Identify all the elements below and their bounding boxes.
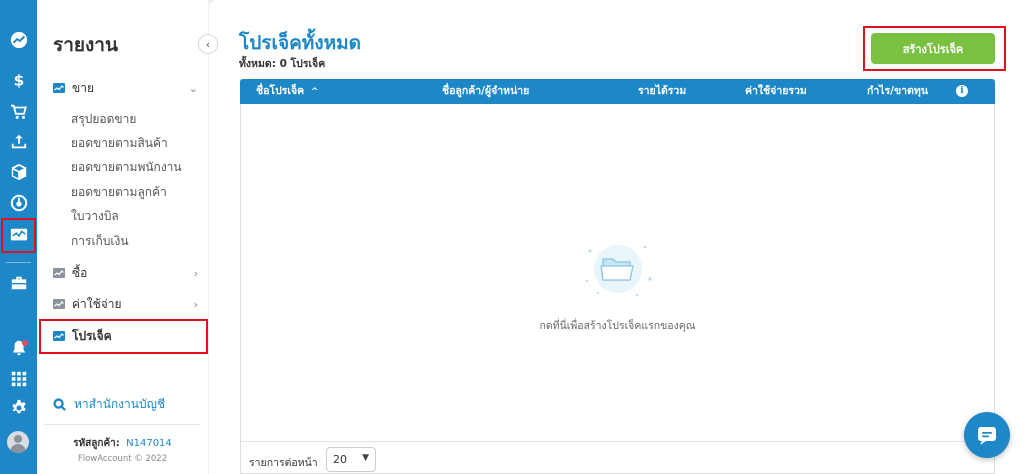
per-page-select[interactable]: 20 ▼ xyxy=(326,447,376,472)
search-accountant-link[interactable]: หาสำนักงานบัญชี xyxy=(53,395,165,414)
customer-id-label: รหัสลูกค้า: xyxy=(73,438,120,449)
report-sidebar: รายงาน ขาย ⌄ สรุปยอดขาย ยอดขายตามสินค้า … xyxy=(37,0,208,474)
active-rail-highlight xyxy=(1,218,36,253)
upload-tray-icon[interactable] xyxy=(0,127,37,157)
per-page-label: รายการต่อหน้า xyxy=(249,457,318,469)
table-header: ชื่อโปรเจ็ค ^ ชื่อลูกค้า/ผู้จำหน่าย รายไ… xyxy=(240,79,995,104)
bell-icon[interactable] xyxy=(0,333,37,363)
sidebar-section-label: ค่าใช้จ่าย xyxy=(72,296,122,311)
sidebar-section-sales[interactable]: ขาย ⌄ xyxy=(53,78,198,98)
chat-icon xyxy=(978,427,996,445)
customer-id: รหัสลูกค้า: N147014 xyxy=(37,436,208,451)
project-table: ชื่อโปรเจ็ค ^ ชื่อลูกค้า/ผู้จำหน่าย รายไ… xyxy=(240,79,995,474)
customer-id-value: N147014 xyxy=(126,438,172,449)
chevron-left-icon: ‹ xyxy=(205,37,211,51)
sidebar-item-billing-note[interactable]: ใบวางบิล xyxy=(71,207,119,226)
report-icon xyxy=(53,83,65,93)
column-profit[interactable]: กำไร/ขาดทุน xyxy=(867,79,928,104)
project-count: ทั้งหมด: 0 โปรเจ็ค xyxy=(239,58,326,70)
collapse-sidebar-button[interactable]: ‹ xyxy=(198,34,218,54)
chevron-right-icon: › xyxy=(193,297,198,311)
column-customer[interactable]: ชื่อลูกค้า/ผู้จำหน่าย xyxy=(442,79,529,104)
gauge-icon[interactable] xyxy=(0,188,37,218)
briefcase-icon[interactable] xyxy=(0,268,37,298)
project-highlight-box xyxy=(39,319,208,354)
svg-text:$: $ xyxy=(13,71,24,89)
per-page-value: 20 xyxy=(333,453,347,466)
column-expense[interactable]: ค่าใช้จ่ายรวม xyxy=(745,79,807,104)
trend-icon[interactable] xyxy=(0,25,37,55)
sidebar-item-collection[interactable]: การเก็บเงิน xyxy=(71,232,129,251)
search-accountant-label: หาสำนักงานบัญชี xyxy=(74,397,165,411)
dollar-icon[interactable]: $ xyxy=(0,65,37,95)
sidebar-title: รายงาน xyxy=(53,34,118,56)
sidebar-item-sales-summary[interactable]: สรุปยอดขาย xyxy=(71,110,136,129)
sidebar-section-purchase[interactable]: ซื้อ › xyxy=(53,263,198,283)
chevron-right-icon: › xyxy=(193,266,198,280)
box-icon[interactable] xyxy=(0,157,37,187)
chat-button[interactable] xyxy=(964,412,1010,458)
report-icon xyxy=(53,268,65,278)
sidebar-item-sales-by-customer[interactable]: ยอดขายตามลูกค้า xyxy=(71,183,167,202)
notification-dot xyxy=(22,340,28,346)
report-icon xyxy=(53,299,65,309)
info-icon[interactable]: i xyxy=(956,85,968,97)
sidebar-item-sales-by-product[interactable]: ยอดขายตามสินค้า xyxy=(71,134,168,153)
sidebar-section-label: ซื้อ xyxy=(72,265,88,280)
chevron-down-icon: ⌄ xyxy=(188,81,198,95)
sidebar-section-expense[interactable]: ค่าใช้จ่าย › xyxy=(53,294,198,314)
page-title: โปรเจ็คทั้งหมด xyxy=(239,32,361,54)
column-label: ชื่อโปรเจ็ค xyxy=(256,85,305,97)
table-footer: รายการต่อหน้า 20 ▼ xyxy=(241,441,994,474)
column-project-name[interactable]: ชื่อโปรเจ็ค ^ xyxy=(256,79,318,104)
empty-state-text[interactable]: กดที่นี่เพื่อสร้างโปรเจ็คแรกของคุณ xyxy=(241,317,994,334)
cart-icon[interactable] xyxy=(0,97,37,127)
empty-folder-icon[interactable] xyxy=(581,237,656,302)
gear-icon[interactable] xyxy=(0,393,37,423)
avatar[interactable] xyxy=(7,431,29,453)
column-revenue[interactable]: รายได้รวม xyxy=(638,79,686,104)
sidebar-section-label: ขาย xyxy=(72,80,94,95)
apps-grid-icon[interactable] xyxy=(0,364,37,394)
chevron-down-icon: ▼ xyxy=(362,453,369,463)
sidebar-item-sales-by-employee[interactable]: ยอดขายตามพนักงาน xyxy=(71,158,182,177)
main-panel: โปรเจ็คทั้งหมด ทั้งหมด: 0 โปรเจ็ค สร้างโ… xyxy=(209,0,1024,474)
search-icon xyxy=(53,398,66,411)
sidebar-divider xyxy=(45,424,200,425)
copyright: FlowAccount © 2022 xyxy=(77,454,168,464)
rail-divider xyxy=(6,262,31,263)
icon-rail: $ xyxy=(0,0,37,474)
sort-asc-icon: ^ xyxy=(310,87,319,97)
create-project-button[interactable]: สร้างโปรเจ็ค xyxy=(871,33,995,64)
